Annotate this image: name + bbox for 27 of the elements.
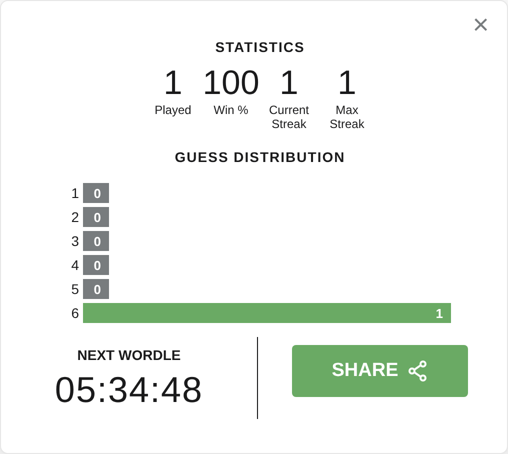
guess-number: 1 xyxy=(71,185,79,201)
share-icon xyxy=(408,360,428,382)
guess-number: 4 xyxy=(71,257,79,273)
distribution-bar: 0 xyxy=(83,207,109,227)
guess-number: 6 xyxy=(71,305,79,321)
stat-label: Win % xyxy=(212,103,250,117)
distribution-bar: 0 xyxy=(83,279,109,299)
stat-label: Max Streak xyxy=(328,103,366,131)
share-button[interactable]: SHARE xyxy=(292,345,468,397)
guess-number: 2 xyxy=(71,209,79,225)
distribution-bar: 0 xyxy=(83,255,109,275)
distribution-title: GUESS DISTRIBUTION xyxy=(174,149,346,165)
distribution-bar: 0 xyxy=(83,183,109,203)
guess-number: 3 xyxy=(71,233,79,249)
distribution-bar: 1 xyxy=(83,303,451,323)
statistics-title: STATISTICS xyxy=(214,39,306,55)
close-button[interactable]: × xyxy=(472,11,489,39)
distribution-bar: 0 xyxy=(83,231,109,251)
stat-value: 100 xyxy=(202,65,260,101)
stat-value: 1 xyxy=(280,65,298,101)
stat-value: 1 xyxy=(338,65,356,101)
stat-value: 1 xyxy=(164,65,182,101)
next-wordle-label: NEXT WORDLE xyxy=(77,347,181,363)
stat-label: Played xyxy=(154,103,192,117)
stat-label: Current Streak xyxy=(268,103,310,131)
countdown-timer: 05:34:48 xyxy=(54,369,204,411)
guess-number: 5 xyxy=(71,281,79,297)
